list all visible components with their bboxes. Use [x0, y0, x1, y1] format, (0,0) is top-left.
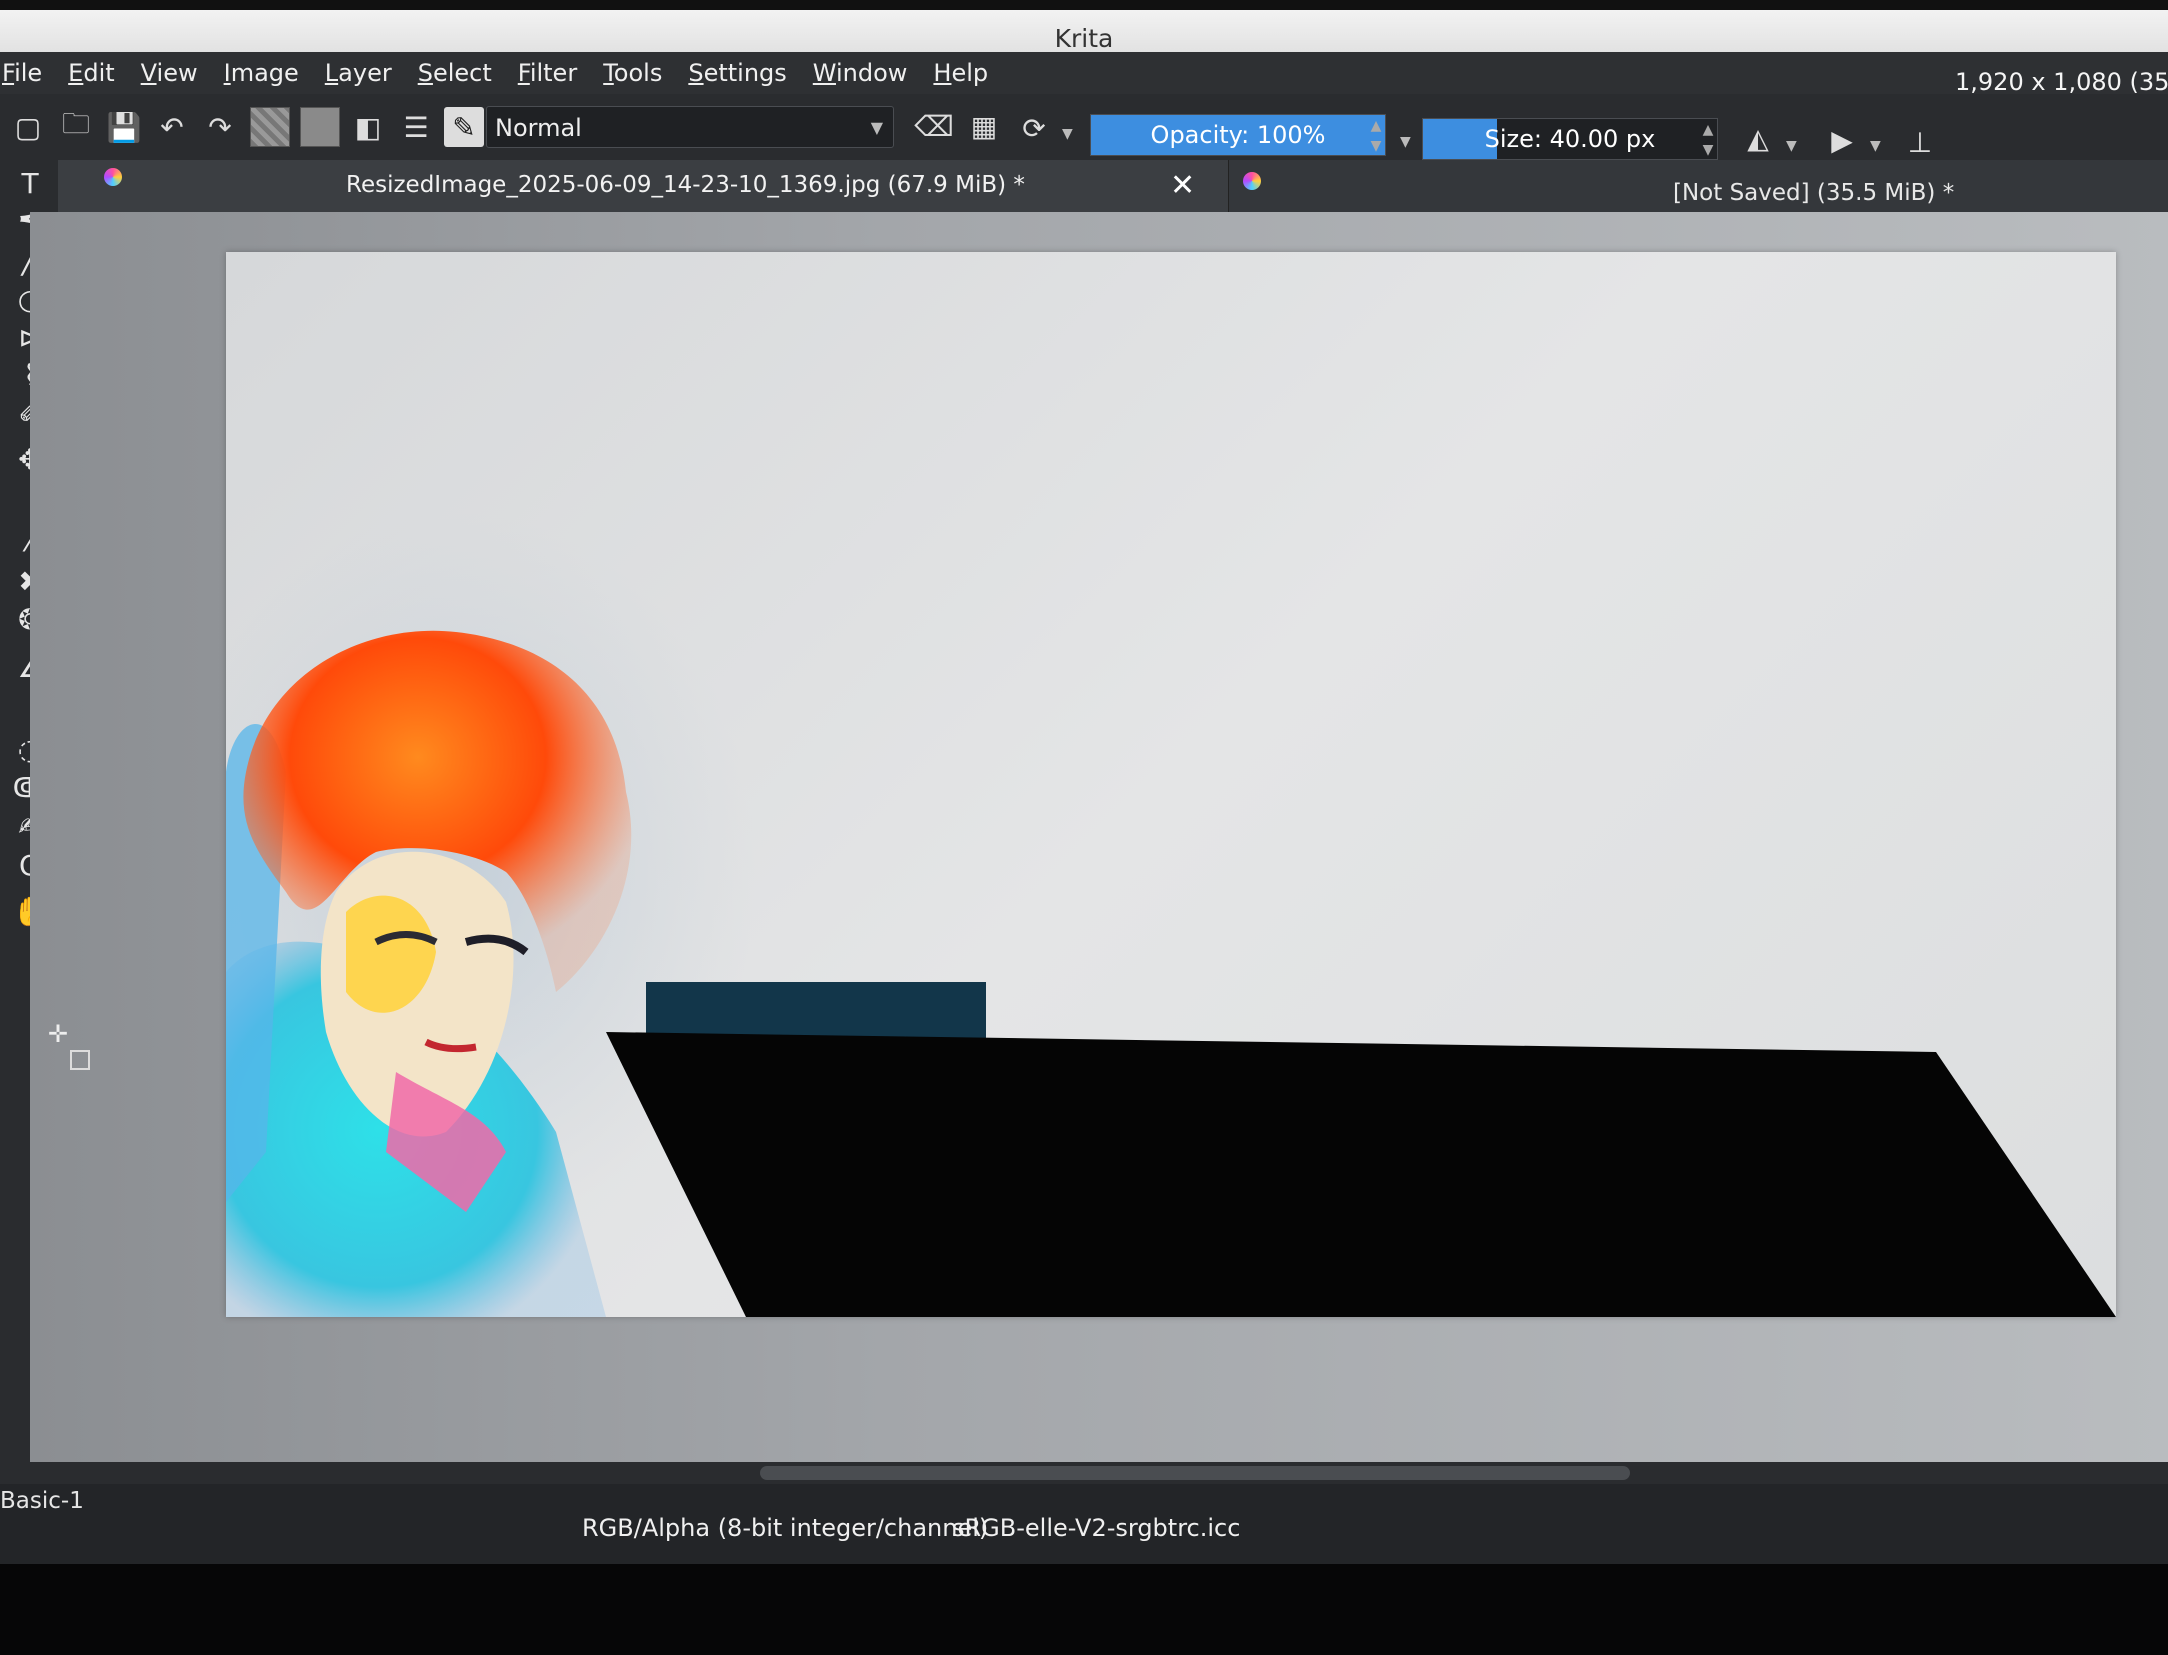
menu-tools[interactable]: Tools: [601, 59, 664, 87]
krita-icon: [104, 168, 122, 186]
size-spinner[interactable]: ▲ ▼: [1698, 120, 1718, 162]
text-tool-icon[interactable]: T: [8, 166, 52, 202]
size-slider[interactable]: Size: 40.00 px: [1422, 118, 1718, 160]
brush-preset-name[interactable]: Basic-1: [0, 1488, 84, 1514]
opacity-slider[interactable]: Opacity: 100%: [1090, 114, 1386, 156]
redo-icon[interactable]: ↷: [200, 107, 240, 147]
gradient-icon[interactable]: [250, 107, 290, 147]
color-swap-icon[interactable]: ◧: [348, 107, 388, 147]
brush-editor-icon[interactable]: ✎: [444, 107, 484, 147]
crosshair-icon: ✛: [48, 1020, 69, 1048]
save-icon[interactable]: 💾: [104, 107, 144, 147]
chevron-down-icon[interactable]: ▼: [1400, 134, 1411, 150]
new-document-icon[interactable]: ▢: [8, 107, 48, 147]
canvas-artwork: [226, 512, 2116, 1317]
brush-presets-icon[interactable]: ☰: [396, 107, 436, 147]
close-icon[interactable]: ✕: [1170, 168, 1195, 203]
chevron-down-icon: ▼: [870, 118, 883, 137]
menu-help[interactable]: Help: [931, 59, 990, 87]
opacity-spinner[interactable]: ▲ ▼: [1366, 116, 1386, 158]
mirror-vertical-icon[interactable]: ▶: [1822, 120, 1862, 160]
alpha-lock-icon[interactable]: ▦: [964, 106, 1004, 146]
tool-options-bar: ▢ 🗀 💾 ↶ ↷ ◧ ☰ ✎ Normal ▼ ⌫ ▦ ⟳ ▼ Opacity…: [0, 94, 2168, 160]
krita-icon: [1243, 172, 1261, 190]
wrap-around-icon[interactable]: ⊥: [1900, 122, 1940, 162]
undo-icon[interactable]: ↶: [152, 107, 192, 147]
menu-edit[interactable]: Edit: [66, 59, 116, 87]
size-label: Size: 40.00 px: [1484, 125, 1656, 153]
opacity-label: Opacity: 100%: [1150, 121, 1326, 149]
blend-mode-select[interactable]: Normal ▼: [486, 106, 894, 148]
blend-mode-value: Normal: [495, 114, 582, 142]
black-parallelogram: [606, 1032, 2116, 1317]
menu-window[interactable]: Window: [811, 59, 910, 87]
document-tab-bar: ResizedImage_2025-06-09_14-23-10_1369.jp…: [58, 160, 2168, 212]
mirror-horizontal-icon[interactable]: ◭: [1738, 118, 1778, 158]
chevron-down-icon[interactable]: ▼: [1870, 138, 1881, 154]
chevron-down-icon[interactable]: ▼: [1786, 138, 1797, 154]
menu-view[interactable]: View: [139, 59, 200, 87]
document-canvas[interactable]: [226, 252, 2116, 1317]
menu-layer[interactable]: Layer: [323, 59, 394, 87]
teal-rectangle: [646, 982, 986, 1042]
menu-bar: File Edit View Image Layer Select Filter…: [0, 52, 2168, 94]
image-size-label: 1,920 x 1,080 (35.5: [1955, 68, 2168, 96]
color-profile-label: sRGB-elle-V2-srgbtrc.icc: [952, 1514, 1241, 1542]
horizontal-scrollbar[interactable]: [30, 1462, 2168, 1484]
tab-title: ResizedImage_2025-06-09_14-23-10_1369.jp…: [346, 172, 1025, 198]
document-tab[interactable]: ResizedImage_2025-06-09_14-23-10_1369.jp…: [58, 160, 1229, 212]
menu-image[interactable]: Image: [222, 59, 301, 87]
menu-select[interactable]: Select: [416, 59, 494, 87]
pattern-icon[interactable]: [300, 107, 340, 147]
system-top-bar: [0, 0, 2168, 10]
screen-bottom-bezel: [0, 1564, 2168, 1655]
chevron-down-icon[interactable]: ▼: [1062, 126, 1073, 142]
eraser-icon[interactable]: ⌫: [914, 106, 954, 146]
canvas-viewport[interactable]: [30, 212, 2168, 1462]
canvas-small-square-icon: [70, 1050, 90, 1070]
menu-file[interactable]: File: [0, 59, 44, 87]
scrollbar-thumb[interactable]: [760, 1466, 1630, 1480]
open-icon[interactable]: 🗀: [56, 107, 96, 147]
status-bar: Basic-1 RGB/Alpha (8-bit integer/channel…: [0, 1484, 2168, 1564]
menu-filter[interactable]: Filter: [516, 59, 579, 87]
tab-title-unsaved[interactable]: [Not Saved] (35.5 MiB) *: [1673, 180, 1954, 206]
menu-settings[interactable]: Settings: [686, 59, 788, 87]
reload-preset-icon[interactable]: ⟳: [1014, 108, 1054, 148]
color-space-label: RGB/Alpha (8-bit integer/channel): [582, 1514, 989, 1542]
